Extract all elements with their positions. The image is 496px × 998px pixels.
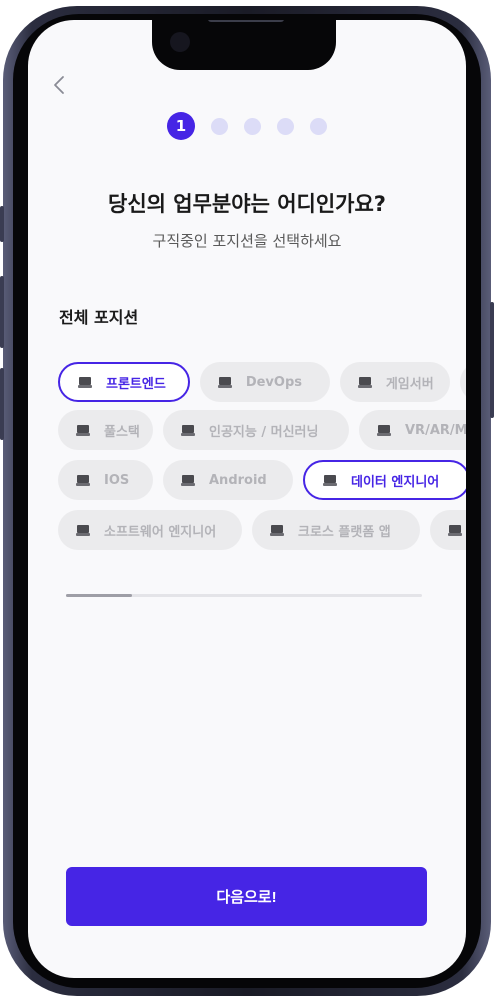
chip-partial[interactable]	[430, 510, 466, 550]
chip-cross-platform[interactable]: 크로스 플랫폼 앱	[252, 510, 420, 550]
step-5	[310, 117, 327, 135]
chip-row-4: 소프트웨어 엔지니어 크로스 플랫폼 앱	[58, 510, 466, 550]
volume-down-button	[0, 368, 4, 440]
laptop-icon	[78, 376, 92, 388]
chip-fullstack[interactable]: 풀스택	[58, 410, 153, 450]
chip-android[interactable]: Android	[163, 460, 293, 500]
chip-label: 인공지능 / 머신러닝	[209, 424, 319, 440]
step-indicator: 1	[28, 112, 466, 140]
chip-label: IOS	[104, 472, 130, 488]
notch	[152, 20, 336, 70]
chevron-left-icon	[54, 76, 64, 94]
laptop-icon	[76, 474, 90, 486]
laptop-icon	[181, 474, 195, 486]
laptop-icon	[448, 524, 462, 536]
power-button	[490, 302, 494, 418]
laptop-icon	[270, 524, 284, 536]
laptop-icon	[76, 424, 90, 436]
section-label: 전체 포지션	[59, 308, 139, 327]
chip-software-engineer[interactable]: 소프트웨어 엔지니어	[58, 510, 242, 550]
chip-label: Android	[209, 472, 267, 488]
chip-label: 프론트엔드	[106, 376, 166, 392]
page-title: 당신의 업무분야는 어디인가요?	[108, 192, 386, 216]
chip-frontend[interactable]: 프론트엔드	[58, 362, 190, 402]
chip-row-3: IOS Android 데이터 엔지니어	[58, 460, 466, 500]
laptop-icon	[76, 524, 90, 536]
step-2	[211, 117, 228, 135]
chip-label: DevOps	[245, 374, 302, 390]
front-camera	[170, 32, 190, 52]
back-button[interactable]	[52, 74, 80, 102]
laptop-icon	[357, 376, 372, 388]
chip-game-server[interactable]: 게임서버	[339, 362, 450, 402]
chip-partial[interactable]	[459, 362, 466, 402]
laptop-icon	[377, 424, 391, 436]
laptop-icon	[181, 424, 195, 436]
laptop-icon	[323, 474, 337, 486]
chip-row-2: 풀스택 인공지능 / 머신러닝 VR/AR/M	[58, 410, 466, 450]
page-subtitle: 구직중인 포지션을 선택하세요	[152, 232, 342, 250]
app-screen: 1 당신의 업무분야는 어디인가요? 구직중인 포지션을 선택하세요 전체 포지…	[28, 20, 466, 978]
chip-label: 소프트웨어 엔지니어	[104, 524, 217, 540]
chip-label: 데이터 엔지니어	[351, 474, 440, 490]
step-1-active: 1	[167, 112, 195, 140]
chip-label: VR/AR/M	[405, 422, 466, 438]
chip-row-1: 프론트엔드 DevOps 게임서버	[58, 362, 466, 402]
step-4	[277, 117, 294, 135]
chip-label: 크로스 플랫폼 앱	[298, 524, 391, 540]
chip-ios[interactable]: IOS	[58, 460, 153, 500]
laptop-icon	[217, 376, 232, 388]
chip-label: 풀스택	[104, 424, 140, 440]
chip-vr-ar[interactable]: VR/AR/M	[359, 410, 466, 450]
speaker	[208, 20, 284, 22]
chip-label: 게임서버	[385, 376, 434, 392]
next-button[interactable]: 다음으로!	[66, 867, 427, 926]
chip-data-engineer[interactable]: 데이터 엔지니어	[303, 460, 466, 500]
scrollbar-thumb[interactable]	[66, 594, 132, 597]
volume-up-button	[0, 276, 4, 348]
step-3	[244, 117, 261, 135]
mute-switch	[0, 206, 4, 242]
chip-ai-ml[interactable]: 인공지능 / 머신러닝	[163, 410, 349, 450]
chip-devops[interactable]: DevOps	[199, 362, 330, 402]
horizontal-scrollbar[interactable]	[66, 594, 422, 597]
